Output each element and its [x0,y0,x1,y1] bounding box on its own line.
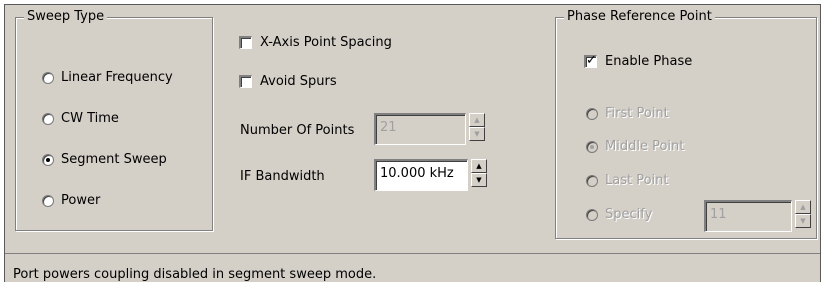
radio-specify[interactable]: Specify [586,207,652,222]
avoid-spurs-checkbox[interactable]: Avoid Spurs [239,74,337,89]
radio-segment-sweep[interactable]: Segment Sweep [42,152,167,167]
checkbox-checked-icon: ✓ [584,53,597,68]
radio-label: Specify [605,207,653,222]
radio-label: First Point [605,106,669,121]
radio-button-selected-icon [586,140,598,153]
if-bandwidth-label: IF Bandwidth [240,169,325,184]
sweep-setup-dialog: Sweep Type Linear Frequency CW Time Segm… [4,4,821,282]
x-axis-point-spacing-checkbox[interactable]: X-Axis Point Spacing [239,35,392,50]
radio-label: Linear Frequency [61,70,173,85]
radio-button-icon [586,174,598,187]
spin-down-icon[interactable]: ▼ [471,173,487,187]
radio-button-icon [586,208,598,221]
radio-button-icon [42,112,54,125]
sweep-type-title: Sweep Type [24,9,108,25]
radio-cw-time[interactable]: CW Time [42,111,119,126]
spin-down-icon[interactable]: ▼ [795,214,811,228]
radio-label: CW Time [61,111,119,126]
if-bandwidth-input[interactable]: 10.000 kHz [374,159,468,191]
radio-label: Last Point [605,173,669,188]
checkbox-icon [239,36,252,49]
radio-middle-point[interactable]: Middle Point [586,139,684,154]
spin-down-icon[interactable]: ▼ [469,127,485,141]
radio-power[interactable]: Power [42,193,100,208]
radio-first-point[interactable]: First Point [586,106,669,121]
checkbox-icon [239,75,252,88]
checkbox-label: Enable Phase [605,54,693,69]
if-bandwidth-spinner[interactable]: ▲ ▼ [471,159,487,187]
specify-point-spinner[interactable]: ▲ ▼ [795,200,811,228]
sweep-type-group: Sweep Type Linear Frequency CW Time Segm… [15,9,213,231]
number-of-points-label: Number Of Points [240,123,355,138]
radio-button-selected-icon [42,153,54,166]
radio-last-point[interactable]: Last Point [586,173,669,188]
radio-linear-frequency[interactable]: Linear Frequency [42,70,173,85]
radio-label: Middle Point [605,139,685,154]
number-of-points-input[interactable]: 21 [374,113,466,145]
radio-label: Power [61,193,101,208]
spin-up-icon[interactable]: ▲ [469,113,485,127]
checkbox-label: Avoid Spurs [260,74,337,89]
radio-label: Segment Sweep [61,152,167,167]
spin-up-icon[interactable]: ▲ [795,200,811,214]
phase-reference-group: Phase Reference Point ✓ Enable Phase Fir… [555,9,817,239]
enable-phase-checkbox[interactable]: ✓ Enable Phase [584,53,693,69]
status-bar: Port powers coupling disabled in segment… [5,253,820,282]
status-message: Port powers coupling disabled in segment… [13,267,377,282]
specify-point-input[interactable]: 11 [704,200,792,232]
number-of-points-spinner[interactable]: ▲ ▼ [469,113,485,141]
spin-up-icon[interactable]: ▲ [471,159,487,173]
radio-button-icon [42,194,54,207]
radio-button-icon [42,71,54,84]
phase-reference-title: Phase Reference Point [564,9,715,25]
checkbox-label: X-Axis Point Spacing [260,35,392,50]
radio-button-icon [586,107,598,120]
